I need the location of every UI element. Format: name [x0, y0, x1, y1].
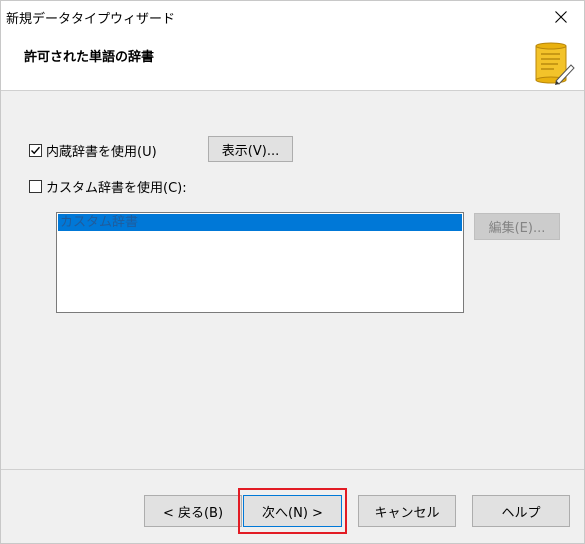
- back-button[interactable]: < 戻る(B): [144, 495, 242, 527]
- wizard-window: 新規データタイプウィザード 許可された単語の辞書 内蔵辞書を使用(U) 表示(V…: [0, 0, 585, 544]
- list-item[interactable]: カスタム辞書: [58, 214, 462, 231]
- edit-button[interactable]: 編集(E)...: [474, 213, 560, 240]
- cancel-button[interactable]: キャンセル: [358, 495, 456, 527]
- wizard-header: 許可された単語の辞書: [1, 33, 584, 91]
- custom-dict-check[interactable]: [29, 180, 42, 193]
- scroll-icon: [535, 42, 575, 85]
- show-button[interactable]: 表示(V)...: [208, 136, 293, 162]
- custom-dict-checkbox[interactable]: カスタム辞書を使用(C):: [29, 177, 187, 196]
- footer-divider: [1, 469, 584, 470]
- close-icon: [555, 11, 567, 23]
- page-title: 許可された単語の辞書: [24, 50, 155, 65]
- window-title: 新規データタイプウィザード: [6, 12, 176, 27]
- custom-dict-list[interactable]: カスタム辞書: [56, 212, 464, 313]
- builtin-dict-label: 内蔵辞書を使用(U): [46, 145, 157, 160]
- builtin-dict-checkbox[interactable]: 内蔵辞書を使用(U): [29, 141, 157, 160]
- help-button[interactable]: ヘルプ: [472, 495, 570, 527]
- builtin-dict-check[interactable]: [29, 144, 42, 157]
- checkmark-icon: [31, 146, 41, 155]
- title-bar: 新規データタイプウィザード: [1, 1, 584, 33]
- next-button-highlight: [238, 488, 347, 534]
- close-button[interactable]: [538, 1, 584, 33]
- custom-dict-label: カスタム辞書を使用(C):: [46, 181, 187, 196]
